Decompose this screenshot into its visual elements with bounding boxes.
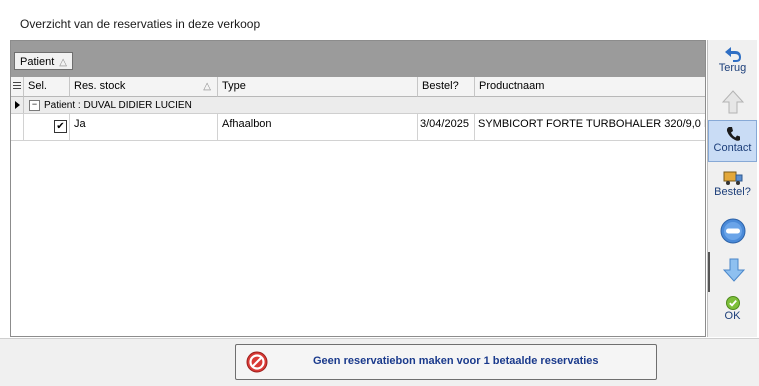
productnaam-cell: SYMBICORT FORTE TURBOHALER 320/9,0 MC: [475, 114, 705, 141]
bestel-cell: 3/04/2025: [418, 114, 475, 141]
truck-icon: [723, 171, 742, 185]
row-indicator: [11, 114, 24, 141]
column-header-label: Productnaam: [479, 80, 545, 92]
no-reservation-voucher-label: Geen reservatiebon maken voor 1 betaalde…: [313, 355, 599, 367]
group-chip-label: Patient: [20, 56, 55, 68]
current-row-triangle-icon: [14, 101, 20, 109]
column-header-sel[interactable]: Sel.: [24, 77, 70, 97]
res-stock-cell: Ja: [70, 114, 218, 141]
arrow-down-icon: [722, 258, 745, 282]
page-title: Overzicht van de reservaties in deze ver…: [20, 17, 261, 31]
column-header-res-stock[interactable]: Res. stock △: [70, 77, 218, 97]
column-header-label: Sel.: [28, 80, 47, 92]
group-row-label: Patient : DUVAL DIDIER LUCIEN: [44, 100, 192, 111]
column-header-label: Bestel?: [422, 80, 459, 92]
column-chooser-icon: [13, 82, 21, 89]
no-entry-icon: [246, 351, 268, 373]
sort-asc-icon: △: [203, 81, 211, 92]
column-header-type[interactable]: Type: [218, 77, 418, 97]
group-row[interactable]: − Patient : DUVAL DIDIER LUCIEN: [11, 97, 705, 114]
column-header-label: Type: [222, 80, 246, 92]
no-reservation-voucher-button[interactable]: Geen reservatiebon maken voor 1 betaalde…: [235, 344, 657, 380]
undo-arrow-icon: [724, 47, 741, 62]
order-button[interactable]: Bestel?: [708, 166, 757, 206]
column-header-label: Res. stock: [74, 80, 126, 92]
order-button-label: Bestel?: [714, 186, 751, 198]
table-row[interactable]: ✔ Ja Afhaalbon 3/04/2025 SYMBICORT FORTE…: [11, 114, 705, 141]
group-by-panel: Patient △: [11, 41, 705, 77]
sort-asc-icon: △: [59, 57, 67, 68]
remove-button[interactable]: [708, 212, 757, 252]
column-header-bestel[interactable]: Bestel?: [418, 77, 475, 97]
reservations-grid: Patient △ Sel. Res. stock △ Type Bestel? P…: [10, 40, 706, 337]
action-sidebar: Terug Contact Bestel? OK: [707, 40, 757, 337]
contact-button[interactable]: Contact: [708, 120, 757, 162]
ok-button-label: OK: [724, 310, 741, 322]
back-button[interactable]: Terug: [708, 42, 757, 82]
arrow-up-icon: [721, 90, 744, 114]
collapse-group-toggle[interactable]: −: [29, 100, 40, 111]
contact-button-label: Contact: [713, 142, 752, 154]
ok-button[interactable]: OK: [708, 292, 757, 332]
column-chooser-button[interactable]: [11, 77, 24, 97]
footer-bar: Geen reservatiebon maken voor 1 betaalde…: [0, 338, 759, 386]
check-circle-icon: [725, 296, 740, 310]
move-down-button[interactable]: [708, 252, 757, 292]
minus-circle-icon: [720, 218, 745, 244]
type-cell: Afhaalbon: [218, 114, 418, 141]
column-header-productnaam[interactable]: Productnaam: [475, 77, 705, 97]
select-checkbox[interactable]: ✔: [54, 120, 67, 133]
group-chip-patient[interactable]: Patient △: [14, 52, 73, 70]
row-indicator: [11, 97, 24, 113]
phone-icon: [726, 127, 740, 141]
move-up-button[interactable]: [708, 82, 757, 122]
back-button-label: Terug: [718, 62, 747, 74]
